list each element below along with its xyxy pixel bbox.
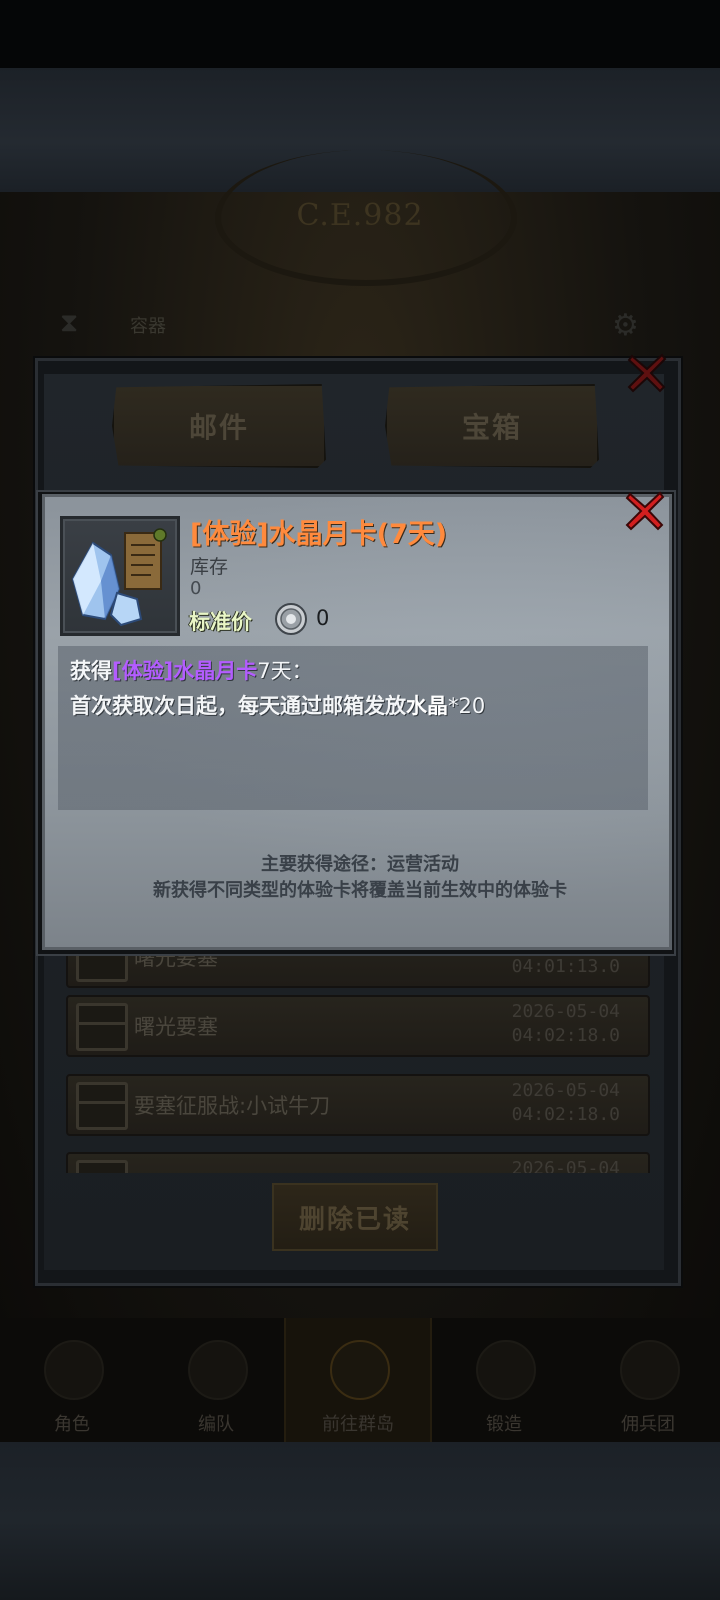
background-tab-label: 容器 <box>130 316 166 337</box>
item-detail-close-button[interactable] <box>622 488 668 534</box>
stock-label: 库存 <box>190 556 229 578</box>
nav-label: 角色 <box>54 1414 90 1435</box>
desc-item-highlight: 水晶 <box>406 694 448 718</box>
desc-item-highlight: [体验]水晶月卡 <box>112 659 258 683</box>
price-value: 0 <box>316 606 330 630</box>
close-x-icon <box>625 491 665 531</box>
hourglass-icon: ⧗ <box>60 308 79 338</box>
desc-text: 获得 <box>70 659 112 683</box>
mail-row-date-day: 2026-05-04 <box>511 1080 620 1101</box>
note-text: 新获得不同类型的体验卡将覆盖当前生效中的体验卡 <box>153 880 567 901</box>
background-bottom-banner <box>0 1442 720 1600</box>
mail-row-date: 2026-05-04 04:02:18.0 <box>512 1000 620 1048</box>
mail-row-date: 2026-05-04 04:02:18.0 <box>512 1079 620 1127</box>
item-name: [体验]水晶月卡(7天) <box>190 519 448 550</box>
mail-row[interactable]: 要塞征服战:小试牛刀 2026-05-04 04:02:18.0 <box>66 1074 650 1136</box>
status-bar-area <box>0 0 720 68</box>
silver-coin-icon <box>274 602 308 636</box>
mail-row[interactable]: 2026-05-04 <box>66 1152 650 1173</box>
desc-text: *20 <box>448 694 486 718</box>
crystal-with-scroll-icon <box>71 528 167 627</box>
mail-row-date: 2026-05-04 <box>512 1157 620 1173</box>
bottom-navigation: 角色 编队 前往群岛 锻造 佣兵团 <box>0 1318 720 1443</box>
mail-row-date-day: 2026-05-04 <box>511 1158 620 1173</box>
chest-icon <box>76 1003 128 1051</box>
delete-read-button[interactable]: 删除已读 <box>272 1183 438 1251</box>
mercenary-icon <box>620 1340 680 1400</box>
mail-row-date-day: 2026-05-04 <box>511 1001 620 1022</box>
mail-close-button[interactable] <box>624 350 670 396</box>
character-icon <box>44 1340 104 1400</box>
tab-mail[interactable]: 邮件 <box>112 384 326 468</box>
description-line-1: 获得[体验]水晶月卡7天： <box>70 655 313 685</box>
tab-chest[interactable]: 宝箱 <box>385 384 599 468</box>
mail-row[interactable]: 曙光要塞 2026-05-04 04:02:18.0 <box>66 995 650 1057</box>
desc-text: 7天： <box>257 659 313 683</box>
stock-value: 0 <box>190 578 202 599</box>
description-line-2: 首次获取次日起，每天通过邮箱发放水晶*20 <box>70 690 485 720</box>
nav-item-formation[interactable]: 编队 <box>144 1318 288 1443</box>
nav-item-islands[interactable]: 前往群岛 <box>284 1318 432 1443</box>
compass-icon <box>330 1340 390 1400</box>
anvil-icon <box>476 1340 536 1400</box>
mail-row-date-time: 04:02:18.0 <box>511 1104 620 1125</box>
nav-label: 佣兵团 <box>621 1414 675 1435</box>
mail-row-title: 曙光要塞 <box>134 1015 218 1039</box>
formation-icon <box>188 1340 248 1400</box>
nav-item-forge[interactable]: 锻造 <box>432 1318 576 1443</box>
price-label: 标准价 <box>189 610 252 634</box>
mail-row-date-time: 04:01:13.0 <box>511 956 620 977</box>
nav-label: 前往群岛 <box>322 1414 394 1435</box>
nav-item-character[interactable]: 角色 <box>0 1318 144 1443</box>
background-year-text: C.E.982 <box>296 198 424 233</box>
chest-icon <box>76 1082 128 1130</box>
nav-label: 编队 <box>198 1414 234 1435</box>
item-icon-frame <box>60 516 180 636</box>
chest-icon <box>76 1160 128 1173</box>
mail-row-date-time: 04:02:18.0 <box>511 1025 620 1046</box>
gear-icon: ⚙ <box>612 308 639 343</box>
close-x-icon <box>627 353 667 393</box>
source-text: 主要获得途径：运营活动 <box>261 854 459 875</box>
mail-row-title: 要塞征服战:小试牛刀 <box>134 1094 331 1118</box>
nav-item-mercenary[interactable]: 佣兵团 <box>576 1318 720 1443</box>
nav-label: 锻造 <box>486 1414 522 1435</box>
desc-text: 首次获取次日起，每天通过邮箱发放 <box>70 694 406 718</box>
